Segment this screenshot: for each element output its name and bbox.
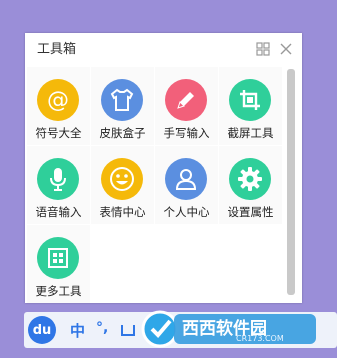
crop-icon bbox=[229, 79, 271, 121]
svg-text:@: @ bbox=[47, 88, 69, 113]
panel-title: 工具箱 bbox=[37, 42, 77, 57]
tool-screenshot[interactable]: 截屏工具 bbox=[219, 67, 282, 145]
keyboard-icon[interactable] bbox=[120, 322, 136, 338]
tool-label: 皮肤盒子 bbox=[99, 126, 146, 140]
gear-icon bbox=[229, 158, 271, 200]
tool-label: 手写输入 bbox=[163, 126, 210, 140]
tool-profile[interactable]: 个人中心 bbox=[155, 146, 218, 224]
tshirt-icon bbox=[101, 79, 143, 121]
tool-label: 符号大全 bbox=[35, 126, 82, 140]
tool-more[interactable]: 更多工具 bbox=[27, 225, 90, 303]
smiley-icon bbox=[101, 158, 143, 200]
language-toggle[interactable]: 中 bbox=[70, 320, 85, 341]
tool-label: 表情中心 bbox=[99, 205, 146, 219]
tool-label: 更多工具 bbox=[35, 284, 82, 298]
tool-symbols[interactable]: @ 符号大全 bbox=[27, 67, 90, 145]
watermark: 西西软件园 CR173.COM bbox=[140, 308, 320, 350]
baidu-ime-logo[interactable]: du bbox=[28, 316, 56, 344]
tool-handwriting[interactable]: 手写输入 bbox=[155, 67, 218, 145]
tool-label: 截屏工具 bbox=[227, 126, 274, 140]
tool-label: 语音输入 bbox=[35, 205, 82, 219]
pencil-icon bbox=[165, 79, 207, 121]
user-icon bbox=[165, 158, 207, 200]
tool-label: 设置属性 bbox=[227, 205, 274, 219]
punctuation-toggle[interactable]: °, bbox=[96, 320, 108, 336]
tool-label: 个人中心 bbox=[163, 205, 210, 219]
tool-voice[interactable]: 语音输入 bbox=[27, 146, 90, 224]
layout-grid-icon[interactable] bbox=[256, 42, 270, 56]
tool-skins[interactable]: 皮肤盒子 bbox=[91, 67, 154, 145]
grid-icon bbox=[37, 237, 79, 279]
close-icon[interactable] bbox=[279, 42, 293, 56]
at-sign-icon: @ bbox=[37, 79, 79, 121]
scrollbar[interactable] bbox=[287, 69, 295, 295]
microphone-icon bbox=[37, 158, 79, 200]
toolbox-panel: 工具箱 @ 符号大全 皮肤盒子 手写输入 截屏工具 语音输入 表情中心 个人中心… bbox=[25, 33, 302, 303]
watermark-subtext: CR173.COM bbox=[236, 334, 284, 343]
tool-settings[interactable]: 设置属性 bbox=[219, 146, 282, 224]
tool-emoji[interactable]: 表情中心 bbox=[91, 146, 154, 224]
